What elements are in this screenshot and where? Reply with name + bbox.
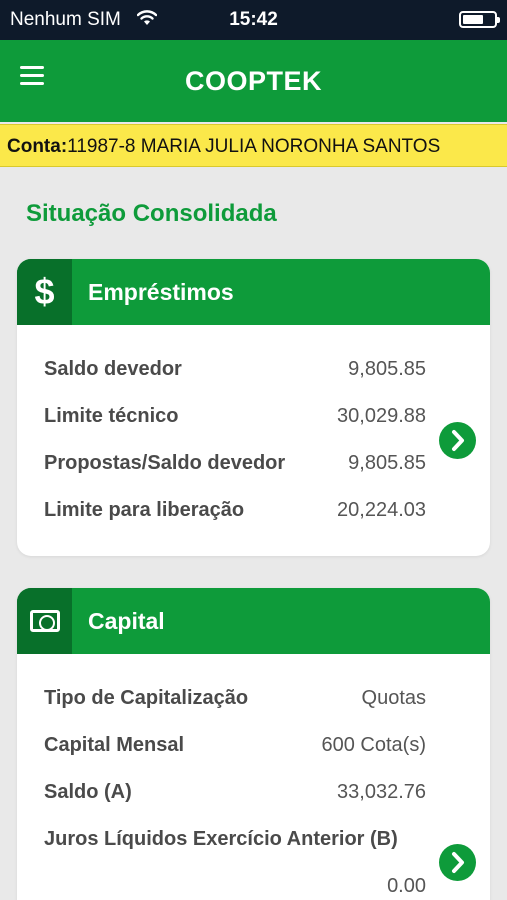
account-value: 11987-8 MARIA JULIA NORONHA SANTOS: [67, 136, 441, 157]
chevron-right-icon: [452, 430, 464, 451]
page-title: Situação Consolidada: [26, 200, 277, 227]
saldo-devedor-row: Saldo devedor 9,805.85: [44, 358, 426, 388]
status-bar: Nenhum SIM 15:42: [0, 0, 507, 40]
row-label: Juros Líquidos Exercício Anterior (B): [44, 828, 398, 850]
emprestimos-title: Empréstimos: [88, 279, 234, 305]
emprestimos-card: $ Empréstimos Saldo devedor 9,805.85 Lim…: [17, 259, 490, 556]
clock: 15:42: [229, 9, 278, 30]
row-label: Tipo de Capitalização: [44, 687, 249, 709]
chevron-right-icon: [452, 852, 464, 873]
capital-title: Capital: [88, 608, 165, 634]
propostas-row: Propostas/Saldo devedor 9,805.85: [44, 452, 426, 482]
account-bar: Conta:11987-8 MARIA JULIA NORONHA SANTOS: [0, 124, 507, 167]
app-header: COOPTEK: [0, 40, 507, 122]
row-label: Propostas/Saldo devedor: [44, 452, 286, 474]
row-label: Saldo (A): [44, 781, 132, 803]
limite-liberacao-row: Limite para liberação 20,224.03: [44, 499, 426, 529]
row-value: 600 Cota(s): [321, 734, 427, 756]
banknote-icon: [29, 610, 60, 632]
emprestimos-details-button[interactable]: [439, 422, 476, 459]
row-value: 30,029.88: [337, 405, 426, 427]
capital-card-header: Capital: [17, 588, 490, 654]
row-label: Limite técnico: [44, 405, 179, 427]
row-label: Saldo devedor: [44, 358, 182, 380]
dollar-icon: $: [34, 271, 55, 312]
limite-tecnico-row: Limite técnico 30,029.88: [44, 405, 426, 435]
tipo-capitalizacao-row: Tipo de Capitalização Quotas: [44, 687, 426, 717]
emprestimos-card-header: $ Empréstimos: [17, 259, 490, 325]
row-value: 0.00: [387, 875, 426, 897]
battery-icon: [459, 11, 500, 28]
capital-card: Capital Tipo de Capitalização Quotas Cap…: [17, 588, 490, 900]
app-title: COOPTEK: [184, 66, 322, 96]
row-value: 9,805.85: [348, 452, 426, 474]
saldo-a-row: Saldo (A) 33,032.76: [44, 781, 426, 811]
row-label: Limite para liberação: [44, 499, 245, 521]
capital-details-button[interactable]: [439, 844, 476, 881]
emprestimos-icon-box: $: [17, 259, 72, 325]
row-label: Capital Mensal: [44, 734, 185, 756]
capital-icon-box: [17, 588, 72, 654]
row-value: Quotas: [361, 687, 426, 709]
juros-liquidos-row: Juros Líquidos Exercício Anterior (B) 0.…: [44, 828, 426, 900]
row-value: 9,805.85: [348, 358, 426, 380]
account-label: Conta:: [7, 136, 68, 157]
row-value: 33,032.76: [337, 781, 426, 803]
capital-mensal-row: Capital Mensal 600 Cota(s): [44, 734, 426, 764]
row-value: 20,224.03: [337, 499, 426, 521]
